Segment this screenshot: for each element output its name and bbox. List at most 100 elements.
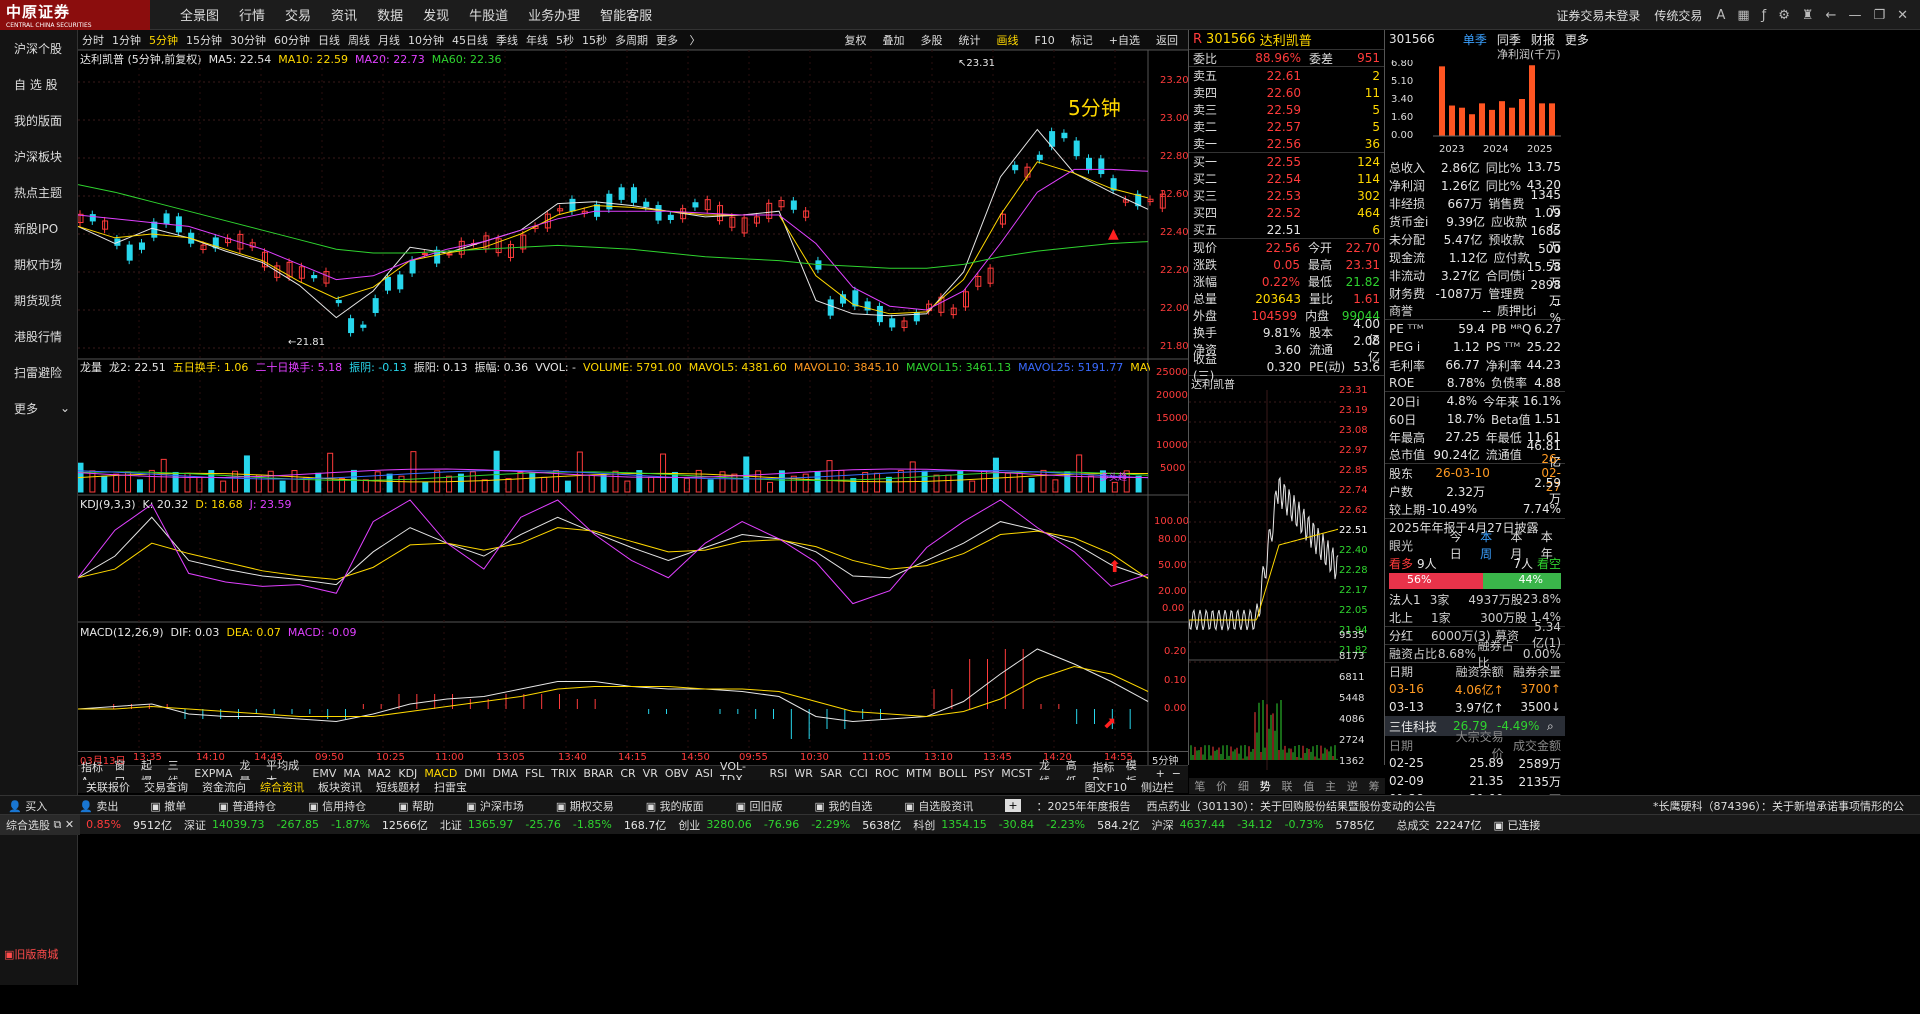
old-ver-button[interactable]: ▣ 回旧版 (736, 798, 799, 814)
tick-tab[interactable]: 值 (1298, 778, 1320, 794)
bid-row[interactable]: 买一 22.55 124 (1189, 153, 1384, 170)
indicator-tab[interactable]: PSY (974, 767, 994, 780)
period-tab[interactable]: 日线 (318, 32, 340, 48)
fav-news-button[interactable]: ▣ 自选股资讯 (904, 798, 989, 814)
period-tab[interactable]: 15分钟 (186, 32, 222, 48)
layout-button[interactable]: ▣ 我的版面 (646, 798, 720, 814)
grid-icon[interactable]: ▦ (1737, 8, 1749, 23)
sz-label[interactable]: 深证 (184, 817, 206, 833)
period-tab[interactable]: 年线 (526, 32, 548, 48)
sidebar-item-favorites[interactable]: 自 选 股 (0, 66, 77, 102)
cy-label[interactable]: 创业 (678, 817, 700, 833)
tab-yoy[interactable]: 同季 (1497, 31, 1521, 48)
indicator-tab[interactable]: CCI (849, 767, 868, 780)
f10-link[interactable]: 图文F10 (1085, 779, 1127, 795)
ask-row[interactable]: 卖一 22.56 36 (1189, 135, 1384, 152)
tool-overlay[interactable]: 叠加 (882, 32, 904, 48)
indicator-tab[interactable]: ROC (875, 767, 899, 780)
kc-label[interactable]: 科创 (913, 817, 935, 833)
tick-tab[interactable]: 筹 (1363, 778, 1385, 794)
market-button[interactable]: ▣ 沪深市场 (466, 798, 540, 814)
menu-item[interactable]: 交易 (285, 5, 311, 24)
menu-item[interactable]: 数据 (377, 5, 403, 24)
view-tab[interactable]: 今日 (1450, 528, 1470, 562)
quick-tab[interactable]: 短线题材 (376, 779, 420, 795)
period-tab[interactable]: 30分钟 (230, 32, 266, 48)
indicator-tab[interactable]: WR (794, 767, 813, 780)
quick-tab-active[interactable]: 综合资讯 (260, 779, 304, 795)
buy-button[interactable]: 👤 买入 (8, 798, 63, 814)
bz-label[interactable]: 北证 (440, 817, 462, 833)
bull-bear-bar[interactable]: 56% 44% (1389, 573, 1561, 589)
news-ticker[interactable]: ：2025年年度报告 (1037, 798, 1131, 814)
period-tab[interactable]: 周线 (348, 32, 370, 48)
period-tab[interactable]: 10分钟 (408, 32, 444, 48)
indicator-tab[interactable]: SAR (820, 767, 842, 780)
tool-fuquan[interactable]: 复权 (844, 32, 866, 48)
gear-icon[interactable]: ⚙ (1778, 8, 1790, 23)
indicator-tab[interactable]: DMA (493, 767, 519, 780)
tick-tab[interactable]: 势 (1254, 778, 1276, 794)
shirt-icon[interactable]: ♜ (1802, 8, 1814, 23)
period-tab-more[interactable]: 更多 〉 (656, 32, 701, 48)
sell-button[interactable]: 👤 卖出 (79, 798, 134, 814)
sidebar-item-topics[interactable]: 热点主题 (0, 174, 77, 210)
connection-status[interactable]: ▣ 已连接 (1493, 817, 1540, 833)
sidebar-item-more[interactable]: 更多 ⌄ (0, 390, 77, 426)
indicator-tab[interactable]: MTM (906, 767, 932, 780)
menu-item[interactable]: 资讯 (331, 5, 357, 24)
kline-chart[interactable]: ⬆ ⬈ ▲ (78, 50, 1188, 765)
period-tab[interactable]: 60分钟 (274, 32, 310, 48)
tool-f10[interactable]: F10 (1034, 34, 1054, 47)
tick-tab[interactable]: 主 (1320, 778, 1342, 794)
menu-item[interactable]: 业务办理 (528, 5, 580, 24)
bid-row[interactable]: 买四 22.52 464 (1189, 204, 1384, 221)
sidebar-item-layout[interactable]: 我的版面 (0, 102, 77, 138)
tab-quarter[interactable]: 单季 (1463, 31, 1487, 48)
back-icon[interactable]: ← (1826, 8, 1837, 23)
tool-mark[interactable]: 标记 (1071, 32, 1093, 48)
indicator-tab[interactable]: FSL (525, 767, 544, 780)
quick-tab[interactable]: 交易查询 (144, 779, 188, 795)
menu-item[interactable]: 全景图 (180, 5, 219, 24)
sidebar-toggle[interactable]: 侧边栏 (1141, 779, 1174, 795)
tick-tab[interactable]: 价 (1211, 778, 1233, 794)
hs-label[interactable]: 沪深 (1152, 817, 1174, 833)
indicator-tab[interactable]: BOLL (939, 767, 967, 780)
tick-tab[interactable]: 逆 (1341, 778, 1363, 794)
login-status[interactable]: 证券交易未登录 (1556, 7, 1640, 24)
period-tab[interactable]: 多周期 (615, 32, 648, 48)
help-button[interactable]: ▣ 帮助 (398, 798, 450, 814)
ask-row[interactable]: 卖三 22.59 5 (1189, 101, 1384, 118)
period-tab[interactable]: 月线 (378, 32, 400, 48)
bid-row[interactable]: 买二 22.54 114 (1189, 170, 1384, 187)
holdings-button[interactable]: ▣ 普通持仓 (218, 798, 292, 814)
period-tab[interactable]: 分时 (82, 32, 104, 48)
credit-button[interactable]: ▣ 信用持仓 (308, 798, 382, 814)
formula-icon[interactable]: ƒ (1762, 8, 1767, 23)
sidebar-item-risk[interactable]: 扫雷避险 (0, 354, 77, 390)
tab-more[interactable]: 更多 (1565, 31, 1589, 48)
quick-tab[interactable]: 关联报价 (86, 779, 130, 795)
tool-back[interactable]: 返回 (1156, 32, 1178, 48)
font-size-icon[interactable]: A (1716, 8, 1725, 23)
quick-tab[interactable]: 资金流向 (202, 779, 246, 795)
add-icon[interactable]: + (1005, 799, 1021, 812)
menu-item[interactable]: 发现 (423, 5, 449, 24)
my-favorites-button[interactable]: ▣ 我的自选 (815, 798, 889, 814)
indicator-tab[interactable]: OBV (665, 767, 688, 780)
search-icon[interactable]: ⌕ (1547, 719, 1554, 734)
tool-stats[interactable]: 统计 (958, 32, 980, 48)
indicator-tab[interactable]: TRIX (551, 767, 576, 780)
ask-row[interactable]: 卖五 22.61 2 (1189, 67, 1384, 84)
period-tab[interactable]: 1分钟 (112, 32, 141, 48)
sidebar-item-futures[interactable]: 期货现货 (0, 282, 77, 318)
view-tab[interactable]: 本周 (1480, 528, 1500, 562)
indicator-tab[interactable]: BRAR (583, 767, 613, 780)
ask-row[interactable]: 卖四 22.60 11 (1189, 84, 1384, 101)
indicator-tab[interactable]: VR (643, 767, 658, 780)
period-tab[interactable]: 季线 (496, 32, 518, 48)
old-version-link[interactable]: ▣旧版商城 (0, 946, 78, 964)
sidebar-item-stocks[interactable]: 沪深个股 (0, 30, 77, 66)
tick-tab[interactable]: 笔 (1189, 778, 1211, 794)
